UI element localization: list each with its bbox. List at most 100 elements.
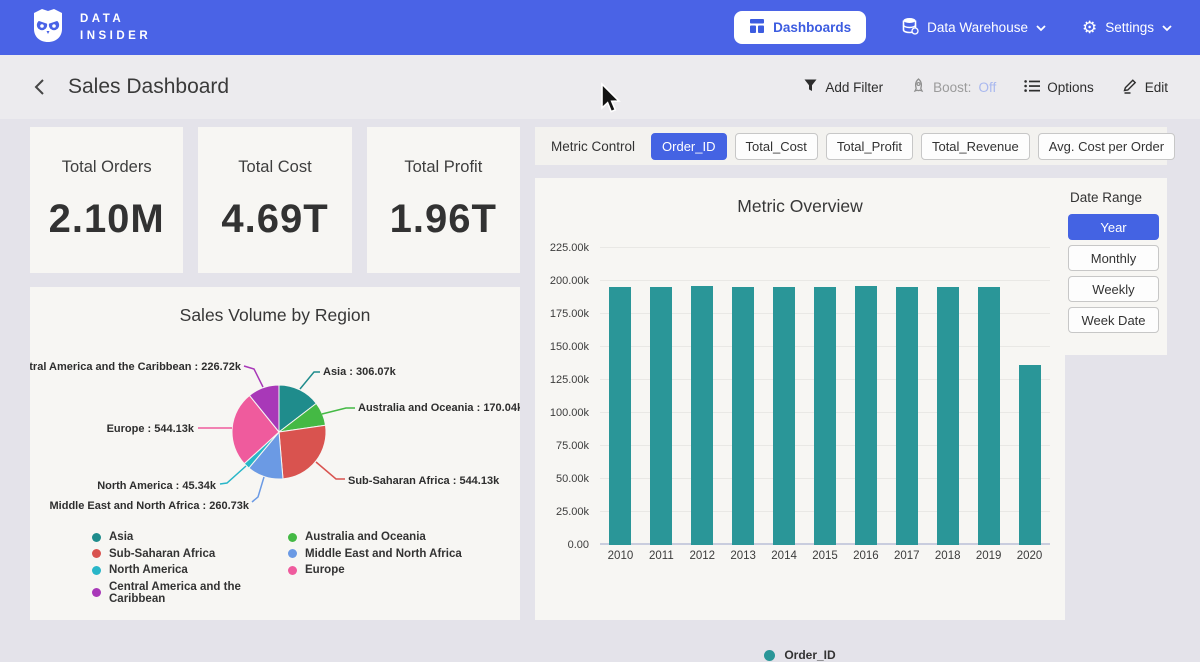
date-option-weekly[interactable]: Weekly bbox=[1068, 276, 1159, 302]
x-tick-label: 2013 bbox=[723, 550, 764, 562]
kpi-label: Total Profit bbox=[404, 158, 482, 177]
date-range-panel: Date Range YearMonthlyWeeklyWeek Date bbox=[1060, 178, 1167, 355]
chevron-down-icon bbox=[1036, 20, 1046, 35]
pie-leader-line bbox=[322, 408, 355, 414]
bars-row bbox=[600, 248, 1050, 545]
bar-2020 bbox=[1019, 365, 1041, 545]
x-tick-label: 2015 bbox=[805, 550, 846, 562]
edit-button[interactable]: Edit bbox=[1122, 77, 1168, 97]
data-warehouse-label: Data Warehouse bbox=[927, 20, 1028, 35]
legend-label: Europe bbox=[305, 564, 345, 576]
rocket-icon bbox=[911, 78, 926, 97]
bar-2016 bbox=[855, 286, 877, 545]
page-title: Sales Dashboard bbox=[68, 75, 229, 99]
kpi-card-total-cost: Total Cost 4.69T bbox=[198, 127, 351, 273]
x-tick-label: 2018 bbox=[927, 550, 968, 562]
legend-column: Australia and Oceania Middle East and Nor… bbox=[288, 531, 484, 609]
legend-item-australia-and-oceania: Australia and Oceania bbox=[288, 531, 484, 543]
legend-dot bbox=[764, 650, 775, 661]
pie-leader-line bbox=[300, 372, 320, 389]
bar-slot bbox=[886, 248, 927, 545]
y-axis: 225.00k200.00k175.00k150.00k125.00k100.0… bbox=[535, 248, 593, 545]
pie-leader-line bbox=[252, 477, 264, 502]
metric-chips: Order_ID Total_Cost Total_Profit Total_Reve… bbox=[651, 133, 1175, 160]
pie-chart-card: Sales Volume by Region Asia : 306.07kAus… bbox=[30, 287, 520, 620]
settings-label: Settings bbox=[1105, 20, 1154, 35]
y-tick-label: 50.00k bbox=[556, 473, 589, 485]
add-filter-button[interactable]: Add Filter bbox=[803, 78, 883, 96]
bar-2011 bbox=[650, 287, 672, 545]
pie-leader-line bbox=[220, 466, 246, 484]
pie-label-central-america-and-the-caribbean: Central America and the Caribbean : 226.… bbox=[30, 361, 242, 373]
date-option-week-date[interactable]: Week Date bbox=[1068, 307, 1159, 333]
bar-slot bbox=[764, 248, 805, 545]
legend-dot bbox=[288, 549, 297, 558]
y-tick-label: 225.00k bbox=[550, 242, 589, 254]
dashboards-button[interactable]: Dashboards bbox=[734, 11, 866, 44]
pie-chart-title: Sales Volume by Region bbox=[30, 287, 520, 326]
metric-control-label: Metric Control bbox=[551, 139, 635, 154]
legend-label: Sub-Saharan Africa bbox=[109, 548, 215, 560]
pie-label-australia-and-oceania: Australia and Oceania : 170.04k bbox=[358, 402, 520, 414]
metric-chip-total-cost[interactable]: Total_Cost bbox=[735, 133, 818, 160]
y-tick-label: 75.00k bbox=[556, 440, 589, 452]
brand: DATA INSIDER bbox=[28, 5, 151, 50]
legend-label: Asia bbox=[109, 531, 133, 543]
settings-menu[interactable]: ⚙ Settings bbox=[1082, 19, 1172, 36]
kpi-value: 1.96T bbox=[390, 197, 497, 242]
date-option-monthly[interactable]: Monthly bbox=[1068, 245, 1159, 271]
x-tick-label: 2011 bbox=[641, 550, 682, 562]
bar-slot bbox=[1009, 248, 1050, 545]
boost-toggle[interactable]: Boost: Off bbox=[911, 78, 996, 97]
pie-legend: Asia Sub-Saharan Africa North America Centr… bbox=[92, 531, 484, 609]
bar-2012 bbox=[691, 286, 713, 545]
options-button[interactable]: Options bbox=[1024, 79, 1094, 96]
bar-2018 bbox=[937, 287, 959, 545]
legend-dot bbox=[92, 588, 101, 597]
bar-slot bbox=[641, 248, 682, 545]
date-option-year[interactable]: Year bbox=[1068, 214, 1159, 240]
bar-chart-card: Metric Overview 225.00k200.00k175.00k150… bbox=[535, 178, 1065, 620]
x-tick-label: 2020 bbox=[1009, 550, 1050, 562]
y-tick-label: 175.00k bbox=[550, 308, 589, 320]
x-tick-label: 2019 bbox=[968, 550, 1009, 562]
legend-item-europe: Europe bbox=[288, 564, 484, 576]
gear-icon: ⚙ bbox=[1082, 19, 1097, 36]
bar-slot bbox=[927, 248, 968, 545]
kpi-row: Total Orders 2.10M Total Cost 4.69T Tota… bbox=[30, 127, 520, 273]
y-tick-label: 200.00k bbox=[550, 275, 589, 287]
pie-label-north-america: North America : 45.34k bbox=[97, 480, 217, 492]
pie-leader-line bbox=[244, 366, 263, 387]
legend-item-central-america-and-the-caribbean: Central America and the Caribbean bbox=[92, 581, 288, 605]
metric-chip-avg-cost-per-order[interactable]: Avg. Cost per Order bbox=[1038, 133, 1175, 160]
metric-chip-order-id[interactable]: Order_ID bbox=[651, 133, 726, 160]
list-icon bbox=[1024, 79, 1040, 96]
legend-item-north-america: North America bbox=[92, 564, 288, 576]
bar-slot bbox=[600, 248, 641, 545]
bar-2010 bbox=[609, 287, 631, 545]
legend-column: Asia Sub-Saharan Africa North America Centr… bbox=[92, 531, 288, 609]
x-axis: 2010201120122013201420152016201720182019… bbox=[600, 550, 1050, 562]
kpi-card-total-profit: Total Profit 1.96T bbox=[367, 127, 520, 273]
back-button[interactable] bbox=[32, 77, 46, 97]
legend-item-asia: Asia bbox=[92, 531, 288, 543]
chevron-left-icon bbox=[32, 77, 46, 97]
x-tick-label: 2017 bbox=[886, 550, 927, 562]
page-header: Sales Dashboard Add Filter Boost: Off bbox=[0, 55, 1200, 119]
legend-item-sub-saharan-africa: Sub-Saharan Africa bbox=[92, 548, 288, 560]
data-warehouse-menu[interactable]: Data Warehouse bbox=[902, 17, 1046, 38]
bar-2019 bbox=[978, 287, 1000, 545]
legend-label: Australia and Oceania bbox=[305, 531, 426, 543]
bar-2014 bbox=[773, 287, 795, 545]
top-navbar: DATA INSIDER Dashboards bbox=[0, 0, 1200, 55]
bar-slot bbox=[682, 248, 723, 545]
legend-label: Order_ID bbox=[784, 648, 835, 662]
bar-chart-legend: Order_ID bbox=[535, 648, 1065, 662]
dashboards-label: Dashboards bbox=[773, 20, 851, 35]
metric-chip-total-profit[interactable]: Total_Profit bbox=[826, 133, 913, 160]
metric-chip-total-revenue[interactable]: Total_Revenue bbox=[921, 133, 1030, 160]
legend-dot bbox=[288, 566, 297, 575]
kpi-label: Total Cost bbox=[238, 158, 311, 177]
legend-dot bbox=[92, 533, 101, 542]
legend-label: Middle East and North Africa bbox=[305, 548, 462, 560]
